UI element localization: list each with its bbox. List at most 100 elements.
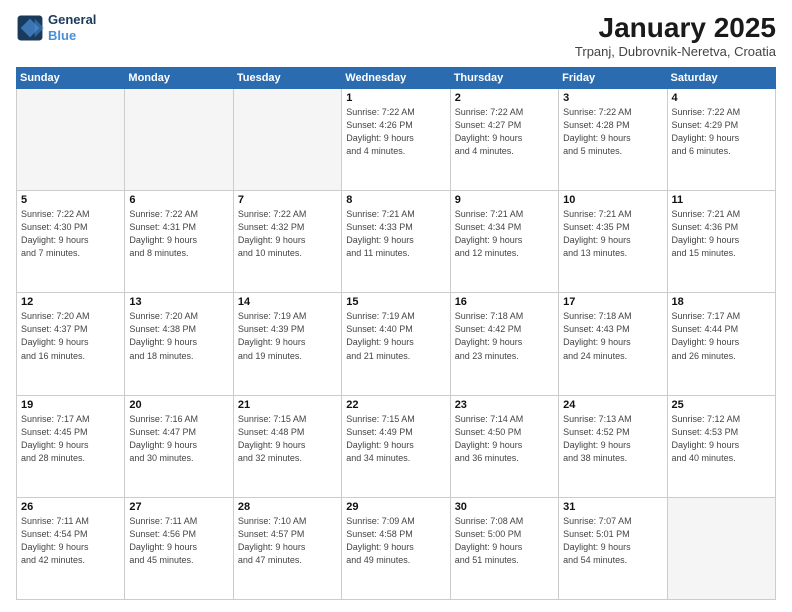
calendar-cell: 29 Sunrise: 7:09 AM Sunset: 4:58 PM Dayli… [342,497,450,599]
calendar-cell: 5 Sunrise: 7:22 AM Sunset: 4:30 PM Daylig… [17,191,125,293]
day-number: 11 [672,194,771,206]
calendar-cell: 27 Sunrise: 7:11 AM Sunset: 4:56 PM Dayli… [125,497,233,599]
calendar-cell: 2 Sunrise: 7:22 AM Sunset: 4:27 PM Daylig… [450,89,558,191]
day-info: Sunrise: 7:14 AM Sunset: 4:50 PM Dayligh… [455,413,554,465]
calendar-cell: 24 Sunrise: 7:13 AM Sunset: 4:52 PM Dayli… [559,395,667,497]
day-number: 24 [563,399,662,411]
day-number: 16 [455,296,554,308]
day-number: 31 [563,501,662,513]
day-number: 17 [563,296,662,308]
weekday-header-thursday: Thursday [450,68,558,89]
header: General Blue January 2025 Trpanj, Dubrov… [16,12,776,59]
day-info: Sunrise: 7:22 AM Sunset: 4:27 PM Dayligh… [455,106,554,158]
day-info: Sunrise: 7:17 AM Sunset: 4:44 PM Dayligh… [672,310,771,362]
calendar-cell [233,89,341,191]
weekday-header-monday: Monday [125,68,233,89]
day-info: Sunrise: 7:18 AM Sunset: 4:42 PM Dayligh… [455,310,554,362]
calendar-cell: 21Sunrise: 7:15 AM Sunset: 4:48 PM Dayli… [233,395,341,497]
calendar-cell: 12 Sunrise: 7:20 AM Sunset: 4:37 PM Dayli… [17,293,125,395]
day-info: Sunrise: 7:22 AM Sunset: 4:30 PM Dayligh… [21,208,120,260]
calendar-cell: 8 Sunrise: 7:21 AM Sunset: 4:33 PM Daylig… [342,191,450,293]
day-number: 18 [672,296,771,308]
calendar-cell: 3 Sunrise: 7:22 AM Sunset: 4:28 PM Daylig… [559,89,667,191]
day-number: 14 [238,296,337,308]
day-info: Sunrise: 7:21 AM Sunset: 4:35 PM Dayligh… [563,208,662,260]
day-number: 8 [346,194,445,206]
page: General Blue January 2025 Trpanj, Dubrov… [0,0,792,612]
day-number: 29 [346,501,445,513]
calendar-cell: 6 Sunrise: 7:22 AM Sunset: 4:31 PM Daylig… [125,191,233,293]
day-number: 6 [129,194,228,206]
calendar-cell [667,497,775,599]
day-number: 2 [455,92,554,104]
weekday-header-friday: Friday [559,68,667,89]
day-info: Sunrise: 7:22 AM Sunset: 4:26 PM Dayligh… [346,106,445,158]
day-number: 25 [672,399,771,411]
title-block: January 2025 Trpanj, Dubrovnik-Neretva, … [575,12,776,59]
logo-text: General Blue [48,12,96,43]
day-info: Sunrise: 7:19 AM Sunset: 4:39 PM Dayligh… [238,310,337,362]
day-number: 20 [129,399,228,411]
calendar-cell: 11 Sunrise: 7:21 AM Sunset: 4:36 PM Dayli… [667,191,775,293]
month-title: January 2025 [575,12,776,44]
day-info: Sunrise: 7:20 AM Sunset: 4:37 PM Dayligh… [21,310,120,362]
day-number: 27 [129,501,228,513]
calendar-cell: 18 Sunrise: 7:17 AM Sunset: 4:44 PM Dayli… [667,293,775,395]
weekday-header-sunday: Sunday [17,68,125,89]
calendar-cell: 4 Sunrise: 7:22 AM Sunset: 4:29 PM Daylig… [667,89,775,191]
calendar-cell [17,89,125,191]
day-number: 7 [238,194,337,206]
calendar-cell: 28Sunrise: 7:10 AM Sunset: 4:57 PM Dayli… [233,497,341,599]
calendar-cell: 7 Sunrise: 7:22 AM Sunset: 4:32 PM Daylig… [233,191,341,293]
day-info: Sunrise: 7:10 AM Sunset: 4:57 PM Dayligh… [238,515,337,567]
calendar-cell: 23 Sunrise: 7:14 AM Sunset: 4:50 PM Dayli… [450,395,558,497]
day-info: Sunrise: 7:19 AM Sunset: 4:40 PM Dayligh… [346,310,445,362]
location-subtitle: Trpanj, Dubrovnik-Neretva, Croatia [575,44,776,59]
calendar-cell: 1 Sunrise: 7:22 AM Sunset: 4:26 PM Daylig… [342,89,450,191]
day-number: 4 [672,92,771,104]
day-info: Sunrise: 7:12 AM Sunset: 4:53 PM Dayligh… [672,413,771,465]
calendar-table: SundayMondayTuesdayWednesdayThursdayFrid… [16,67,776,600]
day-info: Sunrise: 7:15 AM Sunset: 4:48 PM Dayligh… [238,413,337,465]
day-info: Sunrise: 7:18 AM Sunset: 4:43 PM Dayligh… [563,310,662,362]
calendar-cell: 19 Sunrise: 7:17 AM Sunset: 4:45 PM Dayli… [17,395,125,497]
day-info: Sunrise: 7:13 AM Sunset: 4:52 PM Dayligh… [563,413,662,465]
calendar-week-2: 5 Sunrise: 7:22 AM Sunset: 4:30 PM Daylig… [17,191,776,293]
calendar-cell: 14 Sunrise: 7:19 AM Sunset: 4:39 PM Dayli… [233,293,341,395]
calendar-week-1: 1 Sunrise: 7:22 AM Sunset: 4:26 PM Daylig… [17,89,776,191]
day-info: Sunrise: 7:09 AM Sunset: 4:58 PM Dayligh… [346,515,445,567]
day-info: Sunrise: 7:22 AM Sunset: 4:29 PM Dayligh… [672,106,771,158]
calendar-cell: 26Sunrise: 7:11 AM Sunset: 4:54 PM Dayli… [17,497,125,599]
day-info: Sunrise: 7:22 AM Sunset: 4:32 PM Dayligh… [238,208,337,260]
day-info: Sunrise: 7:16 AM Sunset: 4:47 PM Dayligh… [129,413,228,465]
weekday-header-saturday: Saturday [667,68,775,89]
logo-icon [16,14,44,42]
weekday-header-row: SundayMondayTuesdayWednesdayThursdayFrid… [17,68,776,89]
day-info: Sunrise: 7:07 AM Sunset: 5:01 PM Dayligh… [563,515,662,567]
day-info: Sunrise: 7:22 AM Sunset: 4:31 PM Dayligh… [129,208,228,260]
day-info: Sunrise: 7:17 AM Sunset: 4:45 PM Dayligh… [21,413,120,465]
day-info: Sunrise: 7:11 AM Sunset: 4:56 PM Dayligh… [129,515,228,567]
calendar-cell: 20 Sunrise: 7:16 AM Sunset: 4:47 PM Dayli… [125,395,233,497]
day-number: 12 [21,296,120,308]
calendar-cell: 15 Sunrise: 7:19 AM Sunset: 4:40 PM Dayli… [342,293,450,395]
day-number: 1 [346,92,445,104]
day-info: Sunrise: 7:21 AM Sunset: 4:36 PM Dayligh… [672,208,771,260]
calendar-cell: 9Sunrise: 7:21 AM Sunset: 4:34 PM Daylig… [450,191,558,293]
weekday-header-wednesday: Wednesday [342,68,450,89]
calendar-week-4: 19 Sunrise: 7:17 AM Sunset: 4:45 PM Dayli… [17,395,776,497]
day-number: 30 [455,501,554,513]
day-number: 15 [346,296,445,308]
day-number: 26 [21,501,120,513]
day-info: Sunrise: 7:15 AM Sunset: 4:49 PM Dayligh… [346,413,445,465]
calendar-cell: 22Sunrise: 7:15 AM Sunset: 4:49 PM Dayli… [342,395,450,497]
day-number: 23 [455,399,554,411]
day-info: Sunrise: 7:22 AM Sunset: 4:28 PM Dayligh… [563,106,662,158]
day-info: Sunrise: 7:21 AM Sunset: 4:33 PM Dayligh… [346,208,445,260]
day-number: 3 [563,92,662,104]
day-number: 5 [21,194,120,206]
calendar-cell: 17 Sunrise: 7:18 AM Sunset: 4:43 PM Dayli… [559,293,667,395]
calendar-cell: 31 Sunrise: 7:07 AM Sunset: 5:01 PM Dayli… [559,497,667,599]
logo: General Blue [16,12,96,43]
day-number: 19 [21,399,120,411]
